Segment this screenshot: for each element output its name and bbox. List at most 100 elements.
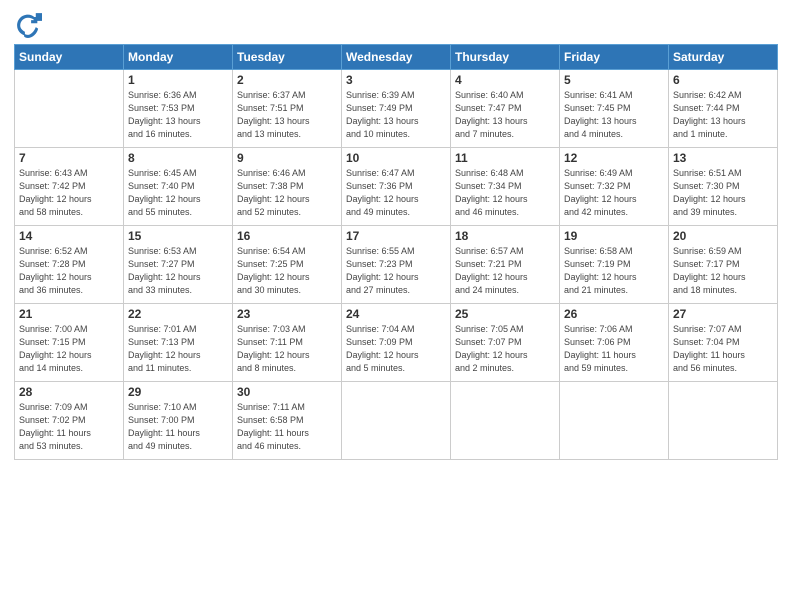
day-info: Sunrise: 7:05 AM Sunset: 7:07 PM Dayligh… <box>455 323 555 375</box>
calendar-cell <box>451 382 560 460</box>
calendar-week-row: 7 Sunrise: 6:43 AM Sunset: 7:42 PM Daylig… <box>15 148 778 226</box>
day-info: Sunrise: 6:42 AM Sunset: 7:44 PM Dayligh… <box>673 89 773 141</box>
calendar-cell: 18 Sunrise: 6:57 AM Sunset: 7:21 PM Dayli… <box>451 226 560 304</box>
weekday-header: Friday <box>560 45 669 70</box>
day-info: Sunrise: 6:47 AM Sunset: 7:36 PM Dayligh… <box>346 167 446 219</box>
day-number: 11 <box>455 151 555 165</box>
day-info: Sunrise: 7:03 AM Sunset: 7:11 PM Dayligh… <box>237 323 337 375</box>
calendar-week-row: 28 Sunrise: 7:09 AM Sunset: 7:02 PM Dayli… <box>15 382 778 460</box>
calendar-cell: 30 Sunrise: 7:11 AM Sunset: 6:58 PM Dayli… <box>233 382 342 460</box>
calendar-cell: 21 Sunrise: 7:00 AM Sunset: 7:15 PM Dayli… <box>15 304 124 382</box>
day-info: Sunrise: 7:06 AM Sunset: 7:06 PM Dayligh… <box>564 323 664 375</box>
calendar-cell: 9 Sunrise: 6:46 AM Sunset: 7:38 PM Daylig… <box>233 148 342 226</box>
calendar-cell: 25 Sunrise: 7:05 AM Sunset: 7:07 PM Dayli… <box>451 304 560 382</box>
day-number: 29 <box>128 385 228 399</box>
calendar-header-row: SundayMondayTuesdayWednesdayThursdayFrid… <box>15 45 778 70</box>
calendar-cell: 10 Sunrise: 6:47 AM Sunset: 7:36 PM Dayli… <box>342 148 451 226</box>
day-number: 7 <box>19 151 119 165</box>
calendar-week-row: 14 Sunrise: 6:52 AM Sunset: 7:28 PM Dayli… <box>15 226 778 304</box>
day-info: Sunrise: 7:07 AM Sunset: 7:04 PM Dayligh… <box>673 323 773 375</box>
day-info: Sunrise: 6:40 AM Sunset: 7:47 PM Dayligh… <box>455 89 555 141</box>
day-number: 19 <box>564 229 664 243</box>
day-info: Sunrise: 6:49 AM Sunset: 7:32 PM Dayligh… <box>564 167 664 219</box>
calendar-cell: 28 Sunrise: 7:09 AM Sunset: 7:02 PM Dayli… <box>15 382 124 460</box>
day-number: 9 <box>237 151 337 165</box>
day-number: 22 <box>128 307 228 321</box>
day-number: 12 <box>564 151 664 165</box>
calendar-cell: 16 Sunrise: 6:54 AM Sunset: 7:25 PM Dayli… <box>233 226 342 304</box>
day-number: 30 <box>237 385 337 399</box>
calendar-cell: 12 Sunrise: 6:49 AM Sunset: 7:32 PM Dayli… <box>560 148 669 226</box>
calendar-week-row: 21 Sunrise: 7:00 AM Sunset: 7:15 PM Dayli… <box>15 304 778 382</box>
weekday-header: Monday <box>124 45 233 70</box>
calendar-cell: 19 Sunrise: 6:58 AM Sunset: 7:19 PM Dayli… <box>560 226 669 304</box>
day-info: Sunrise: 6:59 AM Sunset: 7:17 PM Dayligh… <box>673 245 773 297</box>
calendar-cell: 17 Sunrise: 6:55 AM Sunset: 7:23 PM Dayli… <box>342 226 451 304</box>
calendar-cell: 4 Sunrise: 6:40 AM Sunset: 7:47 PM Daylig… <box>451 70 560 148</box>
calendar-cell: 1 Sunrise: 6:36 AM Sunset: 7:53 PM Daylig… <box>124 70 233 148</box>
day-number: 15 <box>128 229 228 243</box>
calendar-cell: 8Sunrise: 6:45 AM Sunset: 7:40 PM Daylig… <box>124 148 233 226</box>
day-info: Sunrise: 7:10 AM Sunset: 7:00 PM Dayligh… <box>128 401 228 453</box>
day-number: 25 <box>455 307 555 321</box>
day-info: Sunrise: 6:54 AM Sunset: 7:25 PM Dayligh… <box>237 245 337 297</box>
calendar-cell: 6 Sunrise: 6:42 AM Sunset: 7:44 PM Daylig… <box>669 70 778 148</box>
day-info: Sunrise: 6:39 AM Sunset: 7:49 PM Dayligh… <box>346 89 446 141</box>
calendar-cell: 7 Sunrise: 6:43 AM Sunset: 7:42 PM Daylig… <box>15 148 124 226</box>
day-info: Sunrise: 6:46 AM Sunset: 7:38 PM Dayligh… <box>237 167 337 219</box>
calendar-cell: 22Sunrise: 7:01 AM Sunset: 7:13 PM Dayli… <box>124 304 233 382</box>
day-number: 26 <box>564 307 664 321</box>
day-number: 24 <box>346 307 446 321</box>
day-number: 1 <box>128 73 228 87</box>
weekday-header: Wednesday <box>342 45 451 70</box>
weekday-header: Sunday <box>15 45 124 70</box>
day-info: Sunrise: 6:41 AM Sunset: 7:45 PM Dayligh… <box>564 89 664 141</box>
calendar-cell: 5 Sunrise: 6:41 AM Sunset: 7:45 PM Daylig… <box>560 70 669 148</box>
day-info: Sunrise: 6:51 AM Sunset: 7:30 PM Dayligh… <box>673 167 773 219</box>
calendar-cell: 29 Sunrise: 7:10 AM Sunset: 7:00 PM Dayli… <box>124 382 233 460</box>
day-number: 3 <box>346 73 446 87</box>
weekday-header: Tuesday <box>233 45 342 70</box>
day-number: 20 <box>673 229 773 243</box>
day-number: 6 <box>673 73 773 87</box>
weekday-header: Thursday <box>451 45 560 70</box>
day-number: 21 <box>19 307 119 321</box>
day-number: 4 <box>455 73 555 87</box>
day-info: Sunrise: 6:52 AM Sunset: 7:28 PM Dayligh… <box>19 245 119 297</box>
day-number: 28 <box>19 385 119 399</box>
day-info: Sunrise: 6:43 AM Sunset: 7:42 PM Dayligh… <box>19 167 119 219</box>
day-info: Sunrise: 7:11 AM Sunset: 6:58 PM Dayligh… <box>237 401 337 453</box>
day-number: 5 <box>564 73 664 87</box>
day-number: 27 <box>673 307 773 321</box>
calendar-cell: 11Sunrise: 6:48 AM Sunset: 7:34 PM Dayli… <box>451 148 560 226</box>
day-number: 2 <box>237 73 337 87</box>
calendar-cell: 24Sunrise: 7:04 AM Sunset: 7:09 PM Dayli… <box>342 304 451 382</box>
day-number: 17 <box>346 229 446 243</box>
day-info: Sunrise: 6:57 AM Sunset: 7:21 PM Dayligh… <box>455 245 555 297</box>
day-info: Sunrise: 6:53 AM Sunset: 7:27 PM Dayligh… <box>128 245 228 297</box>
day-number: 18 <box>455 229 555 243</box>
day-info: Sunrise: 6:37 AM Sunset: 7:51 PM Dayligh… <box>237 89 337 141</box>
day-info: Sunrise: 6:55 AM Sunset: 7:23 PM Dayligh… <box>346 245 446 297</box>
logo-icon <box>14 10 42 38</box>
calendar-cell: 15 Sunrise: 6:53 AM Sunset: 7:27 PM Dayli… <box>124 226 233 304</box>
day-info: Sunrise: 6:58 AM Sunset: 7:19 PM Dayligh… <box>564 245 664 297</box>
calendar-cell: 13Sunrise: 6:51 AM Sunset: 7:30 PM Dayli… <box>669 148 778 226</box>
day-number: 14 <box>19 229 119 243</box>
calendar-cell <box>15 70 124 148</box>
day-info: Sunrise: 6:45 AM Sunset: 7:40 PM Dayligh… <box>128 167 228 219</box>
day-number: 16 <box>237 229 337 243</box>
calendar-cell: 3 Sunrise: 6:39 AM Sunset: 7:49 PM Daylig… <box>342 70 451 148</box>
calendar-cell <box>669 382 778 460</box>
day-number: 23 <box>237 307 337 321</box>
logo <box>14 10 46 38</box>
calendar-cell: 27 Sunrise: 7:07 AM Sunset: 7:04 PM Dayli… <box>669 304 778 382</box>
calendar-cell: 2 Sunrise: 6:37 AM Sunset: 7:51 PM Daylig… <box>233 70 342 148</box>
day-info: Sunrise: 7:00 AM Sunset: 7:15 PM Dayligh… <box>19 323 119 375</box>
day-info: Sunrise: 6:36 AM Sunset: 7:53 PM Dayligh… <box>128 89 228 141</box>
weekday-header: Saturday <box>669 45 778 70</box>
day-number: 10 <box>346 151 446 165</box>
day-info: Sunrise: 7:09 AM Sunset: 7:02 PM Dayligh… <box>19 401 119 453</box>
calendar-cell <box>560 382 669 460</box>
calendar-cell <box>342 382 451 460</box>
